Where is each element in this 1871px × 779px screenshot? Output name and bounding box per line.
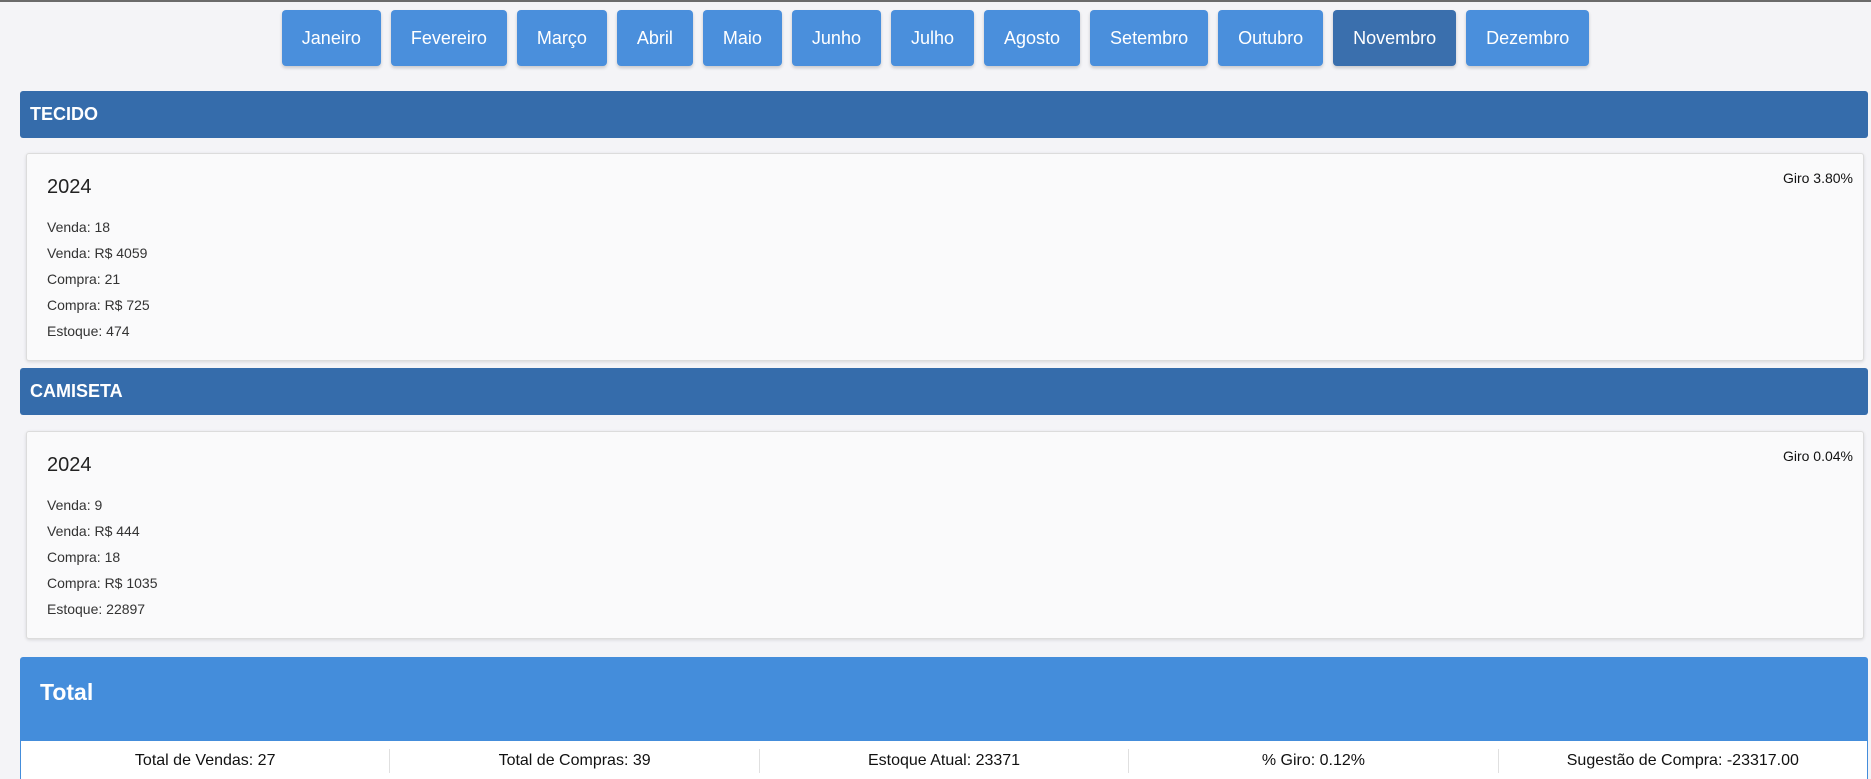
- stat-compra-value: Compra: R$ 725: [47, 297, 150, 313]
- total-summary-row: Total de Vendas: 27 Total de Compras: 39…: [21, 741, 1867, 779]
- month-button-junho[interactable]: Junho: [791, 10, 881, 66]
- stat-list: Venda: 18 Venda: R$ 4059 Compra: 21 Comp…: [47, 214, 150, 344]
- year-title: 2024: [47, 454, 92, 476]
- month-button-outubro[interactable]: Outubro: [1218, 10, 1324, 66]
- sugestao-compra: Sugestão de Compra: -23317.00: [1566, 752, 1799, 769]
- total-vendas: Total de Vendas: 27: [21, 749, 391, 773]
- month-button-maio[interactable]: Maio: [702, 10, 782, 66]
- category-header-tecido[interactable]: TECIDO: [20, 91, 1868, 138]
- stat-venda-value: Venda: R$ 4059: [47, 245, 148, 261]
- month-button-fevereiro[interactable]: Fevereiro: [390, 10, 507, 66]
- category-title: TECIDO: [30, 104, 99, 124]
- stat-estoque: Estoque: 22897: [47, 601, 146, 617]
- month-button-julho[interactable]: Julho: [890, 10, 974, 66]
- category-title: CAMISETA: [30, 381, 123, 401]
- year-card-camiseta: 2024 Giro 0.04% Venda: 9 Venda: R$ 444 C…: [26, 431, 1864, 639]
- category-header-camiseta[interactable]: CAMISETA: [20, 368, 1868, 415]
- percent-giro: % Giro: 0.12%: [1129, 749, 1499, 773]
- month-button-dezembro[interactable]: Dezembro: [1466, 10, 1590, 66]
- stat-compra-qty: Compra: 18: [47, 549, 121, 565]
- total-panel: Total Total de Vendas: 27 Total de Compr…: [20, 657, 1868, 779]
- month-button-abril[interactable]: Abril: [616, 10, 693, 66]
- month-button-janeiro[interactable]: Janeiro: [281, 10, 381, 66]
- estoque-atual: Estoque Atual: 23371: [760, 749, 1130, 773]
- year-card-tecido: 2024 Giro 3.80% Venda: 18 Venda: R$ 4059…: [26, 153, 1864, 361]
- year-title: 2024: [47, 176, 92, 198]
- stat-venda-qty: Venda: 9: [47, 497, 103, 513]
- giro-value: Giro 3.80%: [1782, 170, 1853, 186]
- month-button-agosto[interactable]: Agosto: [984, 10, 1081, 66]
- total-compras: Total de Compras: 39: [390, 749, 760, 773]
- month-button-marco[interactable]: Março: [516, 10, 607, 66]
- stat-compra-value: Compra: R$ 1035: [47, 575, 158, 591]
- stat-compra-qty: Compra: 21: [47, 271, 121, 287]
- giro-value: Giro 0.04%: [1782, 448, 1853, 464]
- month-button-novembro[interactable]: Novembro: [1333, 10, 1457, 66]
- stat-venda-qty: Venda: 18: [47, 219, 111, 235]
- total-title: Total: [40, 679, 94, 705]
- page: Janeiro Fevereiro Março Abril Maio Junho…: [0, 0, 1871, 779]
- stat-estoque: Estoque: 474: [47, 323, 130, 339]
- month-selector: Janeiro Fevereiro Março Abril Maio Junho…: [0, 10, 1871, 66]
- stat-venda-value: Venda: R$ 444: [47, 523, 140, 539]
- month-button-setembro[interactable]: Setembro: [1090, 10, 1209, 66]
- stat-list: Venda: 9 Venda: R$ 444 Compra: 18 Compra…: [47, 492, 158, 622]
